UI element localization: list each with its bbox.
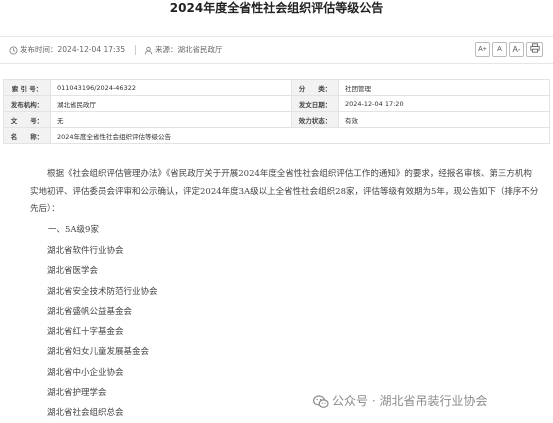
list-item: 湖北省安全技术防范行业协会	[47, 286, 158, 297]
document-number-label: 文 号：	[3, 111, 51, 128]
issue-date-value: 2024-12-04 17:20	[338, 95, 550, 112]
font-default-button[interactable]: A	[492, 42, 507, 57]
font-decrease-button[interactable]: A-	[509, 42, 524, 57]
index-number-value: 011043196/2024-46322	[50, 79, 292, 96]
list-item: 湖北省妇女儿童发展基金会	[47, 347, 150, 358]
page-title: 2024年度全省性社会组织评估等级公告	[169, 1, 384, 15]
table-row: 文 号： 无 效力状态： 有效	[3, 111, 550, 128]
list-item: 湖北省医学会	[47, 266, 99, 277]
document-number-value: 无	[50, 111, 292, 128]
section-heading: 一、5A级9家	[48, 225, 99, 235]
name-label: 名 称：	[3, 127, 51, 144]
publish-time-label: 发布时间：	[20, 45, 58, 54]
user-icon	[144, 46, 153, 54]
meta-divider	[135, 45, 136, 55]
meta-bar: 发布时间：2024-12-04 17:35 来源：湖北省民政厅 A+ A A-	[0, 36, 553, 64]
source-label: 来源：	[155, 45, 178, 54]
clock-icon	[9, 45, 18, 55]
validity-status-value: 有效	[338, 111, 550, 128]
validity-status-label: 效力状态：	[291, 111, 339, 128]
document-info-table: 索 引 号： 011043196/2024-46322 分 类： 社团管理 发布…	[3, 79, 550, 144]
list-item: 湖北省盛帆公益基金会	[47, 306, 133, 317]
wechat-watermark: 公众号 · 湖北省吊装行业协会	[312, 391, 488, 411]
announcement-body: 根据《社会组织评估管理办法》《省民政厅关于开展2024年度全省性社会组织评估工作…	[30, 166, 540, 219]
source: 来源：湖北省民政厅	[144, 37, 223, 63]
issue-date-label: 发文日期：	[291, 95, 339, 112]
table-row: 发布机构： 湖北省民政厅 发文日期： 2024-12-04 17:20	[3, 95, 550, 112]
list-item: 湖北省社会组织总会	[47, 408, 124, 419]
category-value: 社团管理	[338, 79, 550, 96]
announcement-page: 2024年度全省性社会组织评估等级公告 发布时间：2024-12-04 17:3…	[0, 0, 553, 423]
watermark-text: 公众号 · 湖北省吊装行业协会	[332, 394, 488, 408]
list-item: 湖北省护理学会	[47, 388, 107, 399]
organization-list: 湖北省软件行业协会 湖北省医学会 湖北省安全技术防范行业协会 湖北省盛帆公益基金…	[47, 241, 158, 423]
index-number-label: 索 引 号：	[3, 79, 51, 96]
intro-paragraph: 根据《社会组织评估管理办法》《省民政厅关于开展2024年度全省性社会组织评估工作…	[30, 169, 539, 214]
font-increase-button[interactable]: A+	[475, 42, 490, 57]
category-label: 分 类：	[291, 79, 339, 96]
list-item: 湖北省软件行业协会	[47, 246, 124, 256]
list-item: 湖北省中小企业协会	[47, 367, 124, 378]
publisher-value: 湖北省民政厅	[50, 95, 292, 112]
publish-time-value: 2024-12-04 17:35	[57, 45, 126, 54]
source-value: 湖北省民政厅	[177, 45, 223, 54]
wechat-icon	[312, 394, 329, 408]
table-row: 索 引 号： 011043196/2024-46322 分 类： 社团管理	[3, 79, 550, 96]
table-row: 名 称： 2024年度全省性社会组织评估等级公告	[3, 127, 550, 144]
publisher-label: 发布机构：	[3, 95, 51, 112]
print-button[interactable]	[526, 42, 543, 57]
print-icon	[529, 43, 540, 53]
name-value: 2024年度全省性社会组织评估等级公告	[50, 127, 550, 144]
list-item: 湖北省红十字基金会	[47, 327, 124, 338]
publish-time: 发布时间：2024-12-04 17:35	[9, 37, 125, 63]
